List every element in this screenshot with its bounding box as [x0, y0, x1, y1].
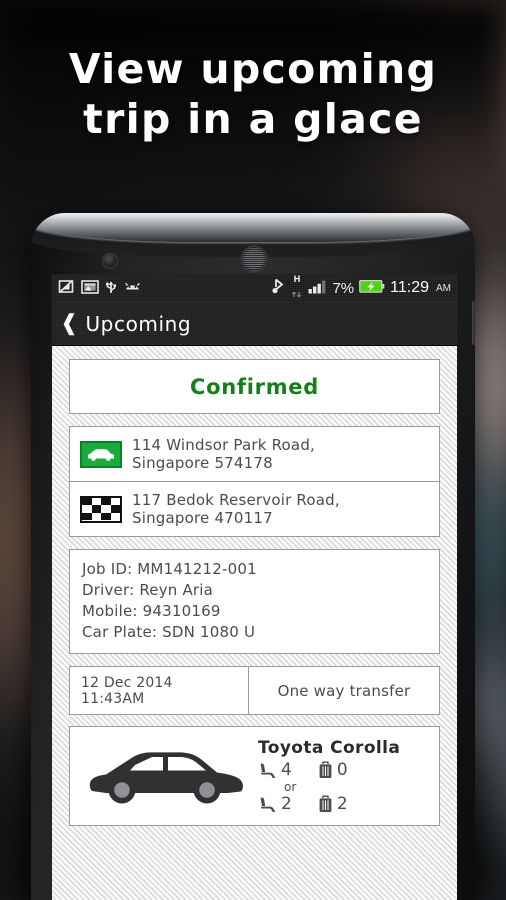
job-id-line: Job ID: MM141212-001: [82, 560, 257, 578]
volume-button[interactable]: [472, 301, 475, 345]
car-green-icon: [80, 440, 122, 468]
transfer-type-label: One way transfer: [277, 681, 411, 700]
luggage-capacity-b: 2: [318, 794, 348, 814]
status-bar-left-icons: [58, 279, 142, 298]
promo-headline-line2: trip in a glace: [83, 95, 423, 143]
schedule-date: 12 Dec 2014: [81, 674, 173, 691]
mobile-line[interactable]: Mobile: 94310169: [82, 601, 427, 622]
pickup-row[interactable]: 114 Windsor Park Road, Singapore 574178: [70, 427, 439, 481]
usb-icon: [105, 279, 117, 298]
battery-percent-label: 7%: [332, 279, 355, 297]
sound-off-icon: [58, 279, 75, 298]
luggage-count-a: 0: [336, 760, 348, 780]
dropoff-address: 117 Bedok Reservoir Road, Singapore 4701…: [132, 491, 340, 527]
status-bar-right-icons: H 7% 11:29 AM: [271, 274, 451, 302]
passenger-count-a: 4: [281, 760, 292, 780]
front-camera-icon: [103, 254, 117, 268]
screenshot-icon: [81, 279, 99, 298]
checkered-flag-icon: [80, 495, 122, 523]
page-title: Upcoming: [85, 311, 192, 336]
earpiece-speaker-icon: [242, 247, 266, 271]
status-badge: Confirmed: [69, 359, 440, 414]
passenger-capacity-a: 4: [258, 760, 292, 780]
trip-details-scroll[interactable]: Confirmed 114 Windsor Park Road, Singapo…: [52, 346, 457, 900]
dropoff-address-line1: 117 Bedok Reservoir Road,: [132, 491, 340, 509]
driver-line: Driver: Reyn Aria: [82, 581, 214, 599]
phone-mockup: H 7% 11:29 AM ❰ Upcoming Confirmed 114 W…: [31, 213, 475, 900]
status-bar: H 7% 11:29 AM: [52, 274, 457, 302]
transfer-type-cell: One way transfer: [248, 667, 439, 714]
promo-headline-line1: View upcoming: [68, 45, 438, 93]
hspa-data-icon: H: [290, 274, 303, 302]
signal-bars-icon: [308, 279, 327, 298]
promo-headline: View upcoming trip in a glace: [0, 44, 506, 144]
car-seat-icon: [260, 763, 276, 778]
status-bar-clock: 11:29: [390, 279, 429, 296]
passenger-count-b: 2: [281, 794, 292, 814]
car-seat-icon: [260, 797, 276, 812]
phone-chrome-rim: [31, 213, 475, 242]
suitcase-icon: [319, 761, 332, 778]
pickup-address-line2: Singapore 574178: [132, 454, 273, 472]
status-bar-ampm: AM: [436, 282, 451, 294]
schedule-time: 11:43AM: [81, 690, 145, 707]
capacity-option-b: 2 2: [258, 794, 431, 814]
capacity-option-a: 4 0: [258, 760, 431, 780]
luggage-capacity-a: 0: [318, 760, 348, 780]
dropoff-address-line2: Singapore 470117: [132, 509, 273, 527]
sedan-silhouette-icon: [78, 743, 254, 809]
route-card: 114 Windsor Park Road, Singapore 574178 …: [69, 426, 440, 537]
job-details-card: Job ID: MM141212-001 Driver: Reyn Aria M…: [69, 549, 440, 654]
vehicle-info: Toyota Corolla 4 0 or 2 2: [254, 738, 431, 814]
schedule-datetime: 12 Dec 2014 11:43AM: [70, 667, 248, 714]
pickup-address: 114 Windsor Park Road, Singapore 574178: [132, 436, 315, 472]
suitcase-icon: [319, 795, 332, 812]
vehicle-card: Toyota Corolla 4 0 or 2 2: [69, 726, 440, 826]
android-icon: [123, 279, 142, 298]
dropoff-row[interactable]: 117 Bedok Reservoir Road, Singapore 4701…: [70, 481, 439, 536]
passenger-capacity-b: 2: [258, 794, 292, 814]
car-plate-line: Car Plate: SDN 1080 U: [82, 623, 256, 641]
luggage-count-b: 2: [336, 794, 348, 814]
chevron-left-icon[interactable]: ❰: [60, 312, 78, 334]
action-bar: ❰ Upcoming: [52, 302, 457, 346]
schedule-card: 12 Dec 2014 11:43AM One way transfer: [69, 666, 440, 715]
phone-screen: H 7% 11:29 AM ❰ Upcoming Confirmed 114 W…: [52, 274, 457, 900]
data-type-label: H: [293, 274, 301, 284]
capacity-separator: or: [284, 780, 297, 794]
battery-charging-icon: [359, 279, 385, 298]
status-badge-label: Confirmed: [190, 374, 319, 399]
pickup-address-line1: 114 Windsor Park Road,: [132, 436, 316, 454]
vehicle-model: Toyota Corolla: [258, 738, 401, 758]
bluetooth-off-icon: [271, 278, 285, 298]
